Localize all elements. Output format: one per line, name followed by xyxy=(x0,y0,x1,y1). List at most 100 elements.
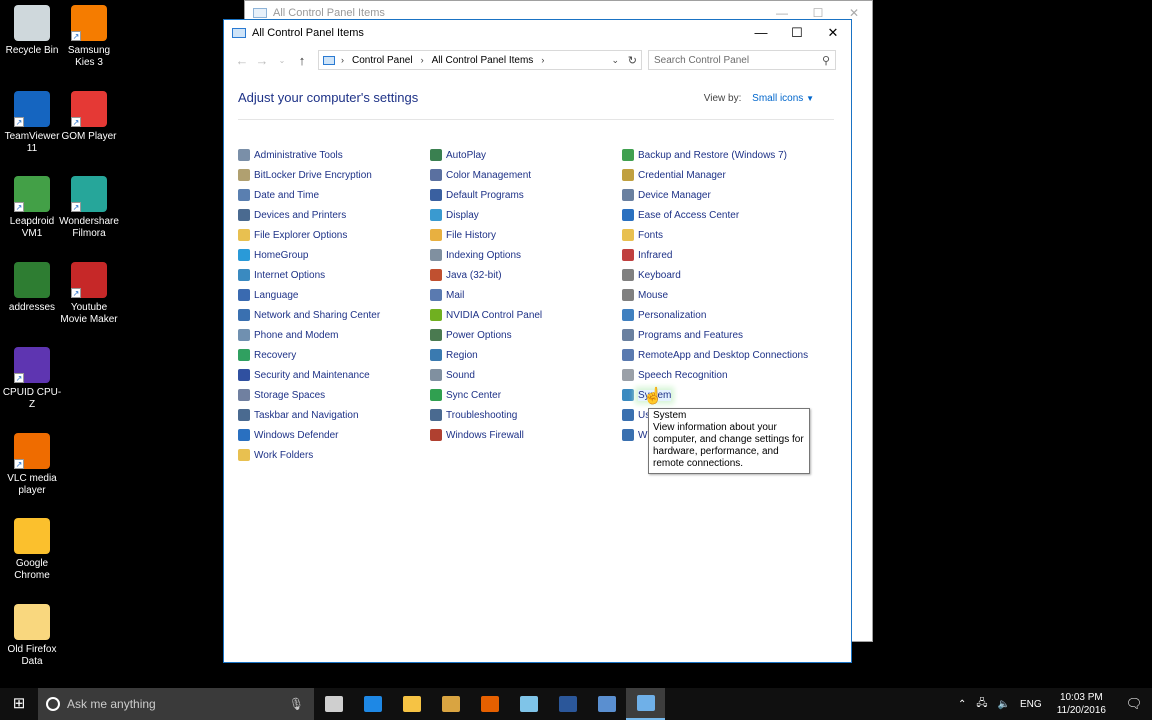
chevron-right-icon[interactable]: › xyxy=(341,55,344,65)
control-panel-item[interactable]: BitLocker Drive Encryption xyxy=(238,165,430,185)
desktop-icon[interactable]: ↗ CPUID CPU-Z xyxy=(0,347,64,411)
control-panel-item[interactable]: Recovery xyxy=(238,345,430,365)
address-bar[interactable]: › Control Panel › All Control Panel Item… xyxy=(318,50,642,70)
breadcrumb-all-items[interactable]: All Control Panel Items xyxy=(432,55,534,66)
control-panel-item[interactable]: Internet Options xyxy=(238,265,430,285)
up-arrow-icon[interactable]: ↑ xyxy=(292,53,312,68)
clock[interactable]: 10:03 PM 11/20/2016 xyxy=(1057,691,1106,717)
control-panel-item[interactable]: Color Management xyxy=(430,165,622,185)
taskbar-app-edge[interactable] xyxy=(353,688,392,720)
search-input[interactable]: Search Control Panel ⚲ xyxy=(648,50,836,70)
control-panel-item[interactable]: Windows Defender xyxy=(238,425,430,445)
desktop-icon[interactable]: Recycle Bin xyxy=(0,5,64,57)
chevron-down-icon[interactable]: ⌄ xyxy=(611,55,619,66)
control-panel-item[interactable]: Credential Manager xyxy=(622,165,814,185)
close-button[interactable]: ✕ xyxy=(815,20,851,46)
item-icon xyxy=(430,289,442,301)
refresh-icon[interactable]: ↻ xyxy=(628,54,637,67)
chevron-up-icon[interactable]: ⌃ xyxy=(958,699,966,710)
taskbar-app-word[interactable] xyxy=(548,688,587,720)
control-panel-item[interactable]: Devices and Printers xyxy=(238,205,430,225)
control-panel-item[interactable]: Language xyxy=(238,285,430,305)
windows-start-icon[interactable]: ⊞ xyxy=(0,688,38,720)
network-icon[interactable]: 🖧 xyxy=(976,696,987,713)
desktop-icon[interactable]: Google Chrome xyxy=(0,518,64,582)
desktop-icon[interactable]: Old Firefox Data xyxy=(0,604,64,668)
taskbar-app-firefox[interactable] xyxy=(470,688,509,720)
desktop-icon[interactable]: ↗ Leapdroid VM1 xyxy=(0,176,64,240)
cortana-search[interactable]: Ask me anything 🎙 xyxy=(38,688,314,720)
app-icon: ↗ xyxy=(71,176,107,212)
control-panel-item[interactable]: Infrared xyxy=(622,245,814,265)
control-panel-item[interactable]: Ease of Access Center xyxy=(622,205,814,225)
chevron-right-icon[interactable]: › xyxy=(421,55,424,65)
control-panel-item[interactable]: Sync Center xyxy=(430,385,622,405)
control-panel-item[interactable]: Fonts xyxy=(622,225,814,245)
desktop-icon[interactable]: ↗ Youtube Movie Maker xyxy=(57,262,121,326)
control-panel-item[interactable]: Taskbar and Navigation xyxy=(238,405,430,425)
control-panel-item[interactable]: Power Options xyxy=(430,325,622,345)
control-panel-item[interactable]: Mouse xyxy=(622,285,814,305)
control-panel-item[interactable]: Default Programs xyxy=(430,185,622,205)
desktop-icon[interactable]: addresses xyxy=(0,262,64,314)
back-arrow-icon[interactable]: ← xyxy=(232,53,252,68)
view-by-dropdown[interactable]: Small icons xyxy=(752,93,803,104)
control-panel-item[interactable]: Work Folders xyxy=(238,445,430,465)
control-panel-item[interactable]: Network and Sharing Center xyxy=(238,305,430,325)
item-icon xyxy=(238,429,250,441)
desktop-icon[interactable]: ↗ TeamViewer 11 xyxy=(0,91,64,155)
search-icon[interactable]: ⚲ xyxy=(822,54,830,67)
microphone-icon[interactable]: 🎙 xyxy=(289,697,304,711)
maximize-button[interactable]: ☐ xyxy=(779,20,815,46)
control-panel-item[interactable]: Speech Recognition xyxy=(622,365,814,385)
desktop-icon[interactable]: ↗ Wondershare Filmora xyxy=(57,176,121,240)
taskbar-app-control-panel[interactable] xyxy=(626,688,665,720)
desktop-icon[interactable]: ↗ GOM Player xyxy=(57,91,121,143)
taskbar-app-file-explorer[interactable] xyxy=(392,688,431,720)
forward-arrow-icon[interactable]: → xyxy=(252,53,272,68)
page-title: Adjust your computer's settings xyxy=(238,90,419,105)
language-indicator[interactable]: ENG xyxy=(1020,699,1042,710)
breadcrumb-control-panel[interactable]: Control Panel xyxy=(352,55,413,66)
control-panel-item[interactable]: Security and Maintenance xyxy=(238,365,430,385)
taskbar-app-task-view[interactable] xyxy=(314,688,353,720)
control-panel-item[interactable]: RemoteApp and Desktop Connections xyxy=(622,345,814,365)
control-panel-item[interactable]: File Explorer Options xyxy=(238,225,430,245)
item-icon xyxy=(622,249,634,261)
caret-down-icon[interactable]: ▼ xyxy=(806,94,814,103)
control-panel-item[interactable]: Date and Time xyxy=(238,185,430,205)
taskbar-app-remote-desktop[interactable] xyxy=(587,688,626,720)
control-panel-item[interactable]: Region xyxy=(430,345,622,365)
control-panel-item[interactable]: Sound xyxy=(430,365,622,385)
action-center-icon[interactable]: 🗨 xyxy=(1116,696,1152,712)
desktop-icon[interactable]: ↗ VLC media player xyxy=(0,433,64,497)
item-label: Fonts xyxy=(638,229,664,241)
chevron-right-icon[interactable]: › xyxy=(541,55,544,65)
control-panel-window[interactable]: All Control Panel Items — ☐ ✕ ← → ⌄ ↑ › … xyxy=(223,19,852,663)
control-panel-item[interactable]: Troubleshooting xyxy=(430,405,622,425)
control-panel-item[interactable]: Administrative Tools xyxy=(238,145,430,165)
control-panel-item[interactable]: Mail xyxy=(430,285,622,305)
control-panel-item[interactable]: Device Manager xyxy=(622,185,814,205)
control-panel-item[interactable]: AutoPlay xyxy=(430,145,622,165)
control-panel-item[interactable]: NVIDIA Control Panel xyxy=(430,305,622,325)
control-panel-item[interactable]: Phone and Modem xyxy=(238,325,430,345)
control-panel-item[interactable]: HomeGroup xyxy=(238,245,430,265)
control-panel-item[interactable]: Keyboard xyxy=(622,265,814,285)
recent-locations-icon[interactable]: ⌄ xyxy=(272,56,292,65)
control-panel-item[interactable]: Display xyxy=(430,205,622,225)
control-panel-item[interactable]: Indexing Options xyxy=(430,245,622,265)
control-panel-item[interactable]: File History xyxy=(430,225,622,245)
tooltip-title: System xyxy=(653,410,687,421)
desktop-icon[interactable]: ↗ Samsung Kies 3 xyxy=(57,5,121,69)
taskbar-app-media-app[interactable] xyxy=(431,688,470,720)
volume-icon[interactable]: 🔈 xyxy=(998,699,1010,710)
minimize-button[interactable]: — xyxy=(743,20,779,46)
control-panel-item[interactable]: Backup and Restore (Windows 7) xyxy=(622,145,814,165)
control-panel-item[interactable]: Windows Firewall xyxy=(430,425,622,445)
taskbar-app-notepad-app[interactable] xyxy=(509,688,548,720)
control-panel-item[interactable]: Programs and Features xyxy=(622,325,814,345)
control-panel-item[interactable]: Java (32-bit) xyxy=(430,265,622,285)
control-panel-item[interactable]: Storage Spaces xyxy=(238,385,430,405)
control-panel-item[interactable]: Personalization xyxy=(622,305,814,325)
